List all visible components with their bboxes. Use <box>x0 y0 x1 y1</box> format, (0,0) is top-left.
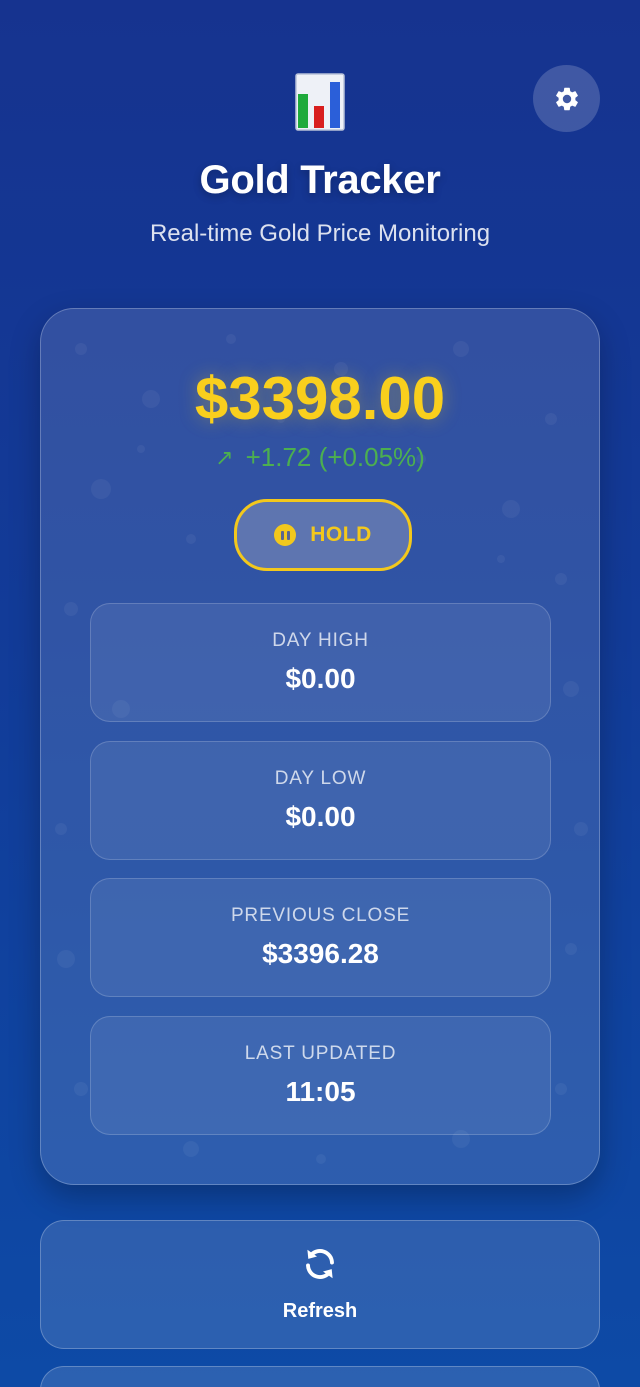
price-change: ↗ +1.72 (+0.05%) <box>41 442 599 473</box>
bar-chart-icon <box>294 72 346 132</box>
stat-day-low: DAY LOW $0.00 <box>90 741 551 860</box>
stat-value: 11:05 <box>285 1076 356 1107</box>
refresh-button[interactable]: Refresh <box>40 1220 600 1349</box>
signal-badge[interactable]: HOLD <box>234 499 412 571</box>
stat-label: LAST UPDATED <box>244 1043 397 1064</box>
app-title: Gold Tracker <box>199 158 441 202</box>
stat-label: DAY HIGH <box>272 630 369 651</box>
refresh-label: Refresh <box>282 1300 358 1322</box>
settings-button[interactable] <box>533 65 600 132</box>
pause-circle-icon <box>274 524 297 546</box>
stat-value: $0.00 <box>285 801 356 832</box>
signal-label: HOLD <box>310 523 372 546</box>
app-subtitle: Real-time Gold Price Monitoring <box>149 220 491 247</box>
gear-icon <box>555 87 578 110</box>
price-card: $3398.00 ↗ +1.72 (+0.05%) HOLD DAY HIGH … <box>40 308 600 1185</box>
stat-label: PREVIOUS CLOSE <box>230 905 411 926</box>
gold-price: $3398.00 <box>194 365 446 432</box>
refresh-icon <box>306 1249 334 1279</box>
stat-day-high: DAY HIGH $0.00 <box>90 603 551 722</box>
stat-value: $3396.28 <box>262 938 379 969</box>
stat-label: DAY LOW <box>274 768 367 789</box>
price-change-value: +1.72 (+0.05%) <box>245 442 425 472</box>
stat-value: $0.00 <box>285 663 356 694</box>
next-card[interactable] <box>40 1366 600 1387</box>
stat-previous-close: PREVIOUS CLOSE $3396.28 <box>90 878 551 997</box>
stat-last-updated: LAST UPDATED 11:05 <box>90 1016 551 1135</box>
trend-up-arrow-icon: ↗ <box>215 444 234 470</box>
